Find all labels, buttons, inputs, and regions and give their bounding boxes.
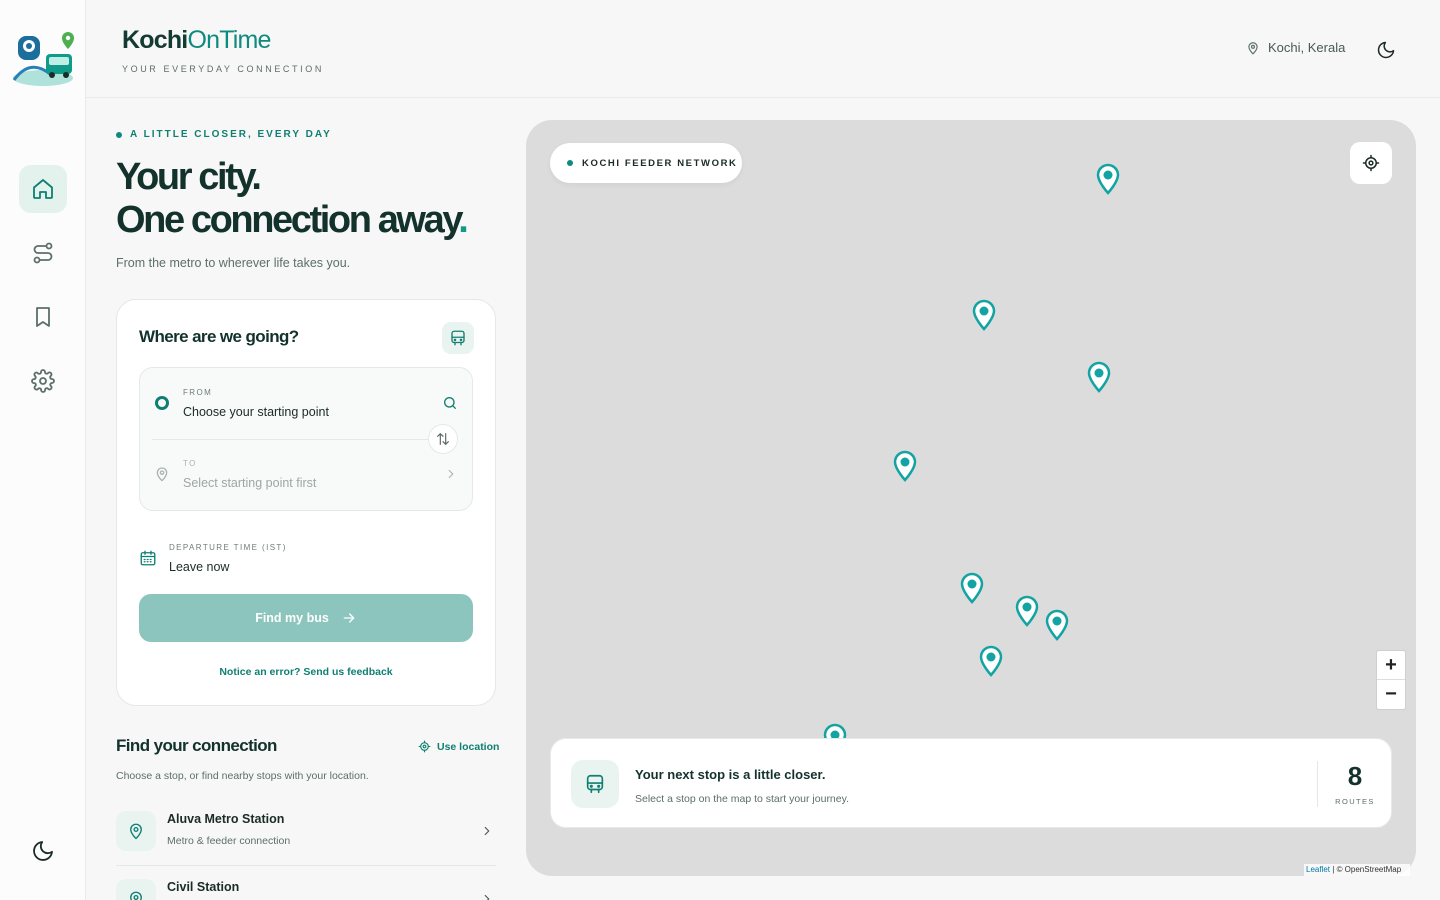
nav-saved[interactable]: [19, 293, 67, 341]
bus-icon: [451, 330, 465, 346]
app-logo[interactable]: [10, 28, 76, 90]
top-header: KochiOnTime YOUR EVERYDAY CONNECTION Koc…: [86, 0, 1440, 98]
brand-tagline: YOUR EVERYDAY CONNECTION: [122, 64, 324, 74]
stop-pin-badge: [116, 879, 156, 900]
location-text: Kochi, Kerala: [1268, 40, 1346, 55]
stop-item[interactable]: Civil Station: [116, 867, 496, 900]
stop-marker-pin[interactable]: [971, 299, 997, 331]
next-stop-card: Your next stop is a little closer. Selec…: [550, 738, 1392, 828]
planner-title: Where are we going?: [139, 327, 299, 346]
from-input[interactable]: Choose your starting point: [183, 405, 329, 419]
osm-attribution[interactable]: | © OpenStreetMap: [1332, 865, 1401, 874]
to-label: TO: [183, 459, 197, 468]
stop-marker-pin[interactable]: [1095, 163, 1121, 195]
sidebar: [0, 0, 86, 900]
map-attribution: Leaflet | © OpenStreetMap: [1304, 864, 1410, 876]
zoom-control: + −: [1376, 650, 1406, 710]
nav-routes[interactable]: [19, 229, 67, 277]
stop-name: Civil Station: [167, 880, 240, 894]
destination-pin-icon: [156, 467, 168, 482]
gear-icon: [31, 369, 55, 393]
swap-icon: [437, 433, 449, 445]
bus-icon: [586, 774, 604, 794]
leaflet-link[interactable]: Leaflet: [1306, 865, 1330, 874]
nav-home[interactable]: [19, 165, 67, 213]
nav-settings[interactable]: [19, 357, 67, 405]
routes-label: ROUTES: [1335, 797, 1375, 806]
calendar-icon: [140, 550, 156, 566]
moon-icon: [1377, 41, 1395, 59]
stop-name: Aluva Metro Station: [167, 812, 285, 826]
zoom-in-button[interactable]: +: [1377, 651, 1405, 680]
route-icon: [33, 242, 53, 264]
search-icon[interactable]: [442, 395, 458, 411]
hero-subtitle: From the metro to wherever life takes yo…: [116, 256, 351, 270]
moon-icon: [33, 841, 53, 861]
crosshair-icon: [418, 740, 431, 753]
departure-time-selector[interactable]: Leave now: [169, 560, 229, 574]
next-stop-subtitle: Select a stop on the map to start your j…: [635, 793, 850, 805]
map-view[interactable]: KOCHI FEEDER NETWORK + − Your next stop …: [526, 120, 1416, 876]
connections-title: Find your connection: [116, 736, 277, 755]
routes-count: 8: [1347, 761, 1363, 791]
route-divider: [152, 439, 442, 440]
from-label: FROM: [183, 388, 213, 397]
network-dot: [567, 160, 573, 166]
origin-marker-icon: [155, 396, 169, 410]
trip-planner-card: Where are we going? FROM Choose your sta…: [116, 299, 496, 706]
locate-me-button[interactable]: [1350, 142, 1392, 184]
arrow-right-icon: [343, 613, 355, 623]
departure-label: DEPARTURE TIME (IST): [169, 543, 287, 552]
swap-button[interactable]: [428, 424, 458, 454]
next-stop-title: Your next stop is a little closer.: [635, 767, 826, 782]
stop-marker-pin[interactable]: [1044, 609, 1070, 641]
zoom-out-button[interactable]: −: [1377, 680, 1405, 709]
chevron-right-icon: [448, 469, 454, 479]
hero-title: Your city. One connection away.: [116, 156, 469, 241]
planner-badge: [442, 322, 474, 354]
bookmark-icon: [36, 307, 50, 327]
map-pin-icon: [1248, 41, 1258, 54]
stop-marker-pin[interactable]: [1086, 361, 1112, 393]
next-stop-badge: [571, 760, 619, 808]
map-pin-icon: [130, 891, 142, 900]
sidebar-theme-toggle[interactable]: [31, 839, 55, 863]
stop-pin-badge: [116, 811, 156, 851]
to-input[interactable]: Select starting point first: [183, 476, 316, 490]
route-inputs: FROM Choose your starting point TO Selec…: [139, 367, 473, 511]
kicker-dot: [116, 131, 122, 138]
feedback-link[interactable]: Notice an error? Send us feedback: [117, 666, 495, 678]
stop-divider: [116, 865, 496, 866]
crosshair-icon: [1362, 154, 1380, 172]
home-icon: [33, 179, 53, 199]
stop-item[interactable]: Aluva Metro Station Metro & feeder conne…: [116, 799, 496, 865]
stop-marker-pin[interactable]: [892, 450, 918, 482]
find-bus-button[interactable]: Find my bus: [139, 594, 473, 642]
map-pin-icon: [130, 823, 142, 840]
chevron-right-icon: [484, 826, 490, 836]
chevron-right-icon: [484, 894, 490, 900]
location-indicator[interactable]: Kochi, Kerala: [1246, 40, 1345, 55]
use-location-button[interactable]: Use location: [418, 740, 499, 753]
header-theme-toggle[interactable]: [1374, 38, 1398, 62]
brand-name[interactable]: KochiOnTime: [122, 26, 271, 55]
stop-marker-pin[interactable]: [1014, 595, 1040, 627]
connections-subtitle: Choose a stop, or find nearby stops with…: [116, 770, 369, 782]
stop-description: Metro & feeder connection: [167, 835, 291, 847]
stop-marker-pin[interactable]: [978, 645, 1004, 677]
network-label-pill: KOCHI FEEDER NETWORK: [550, 143, 742, 183]
hero-kicker: A LITTLE CLOSER, EVERY DAY: [116, 129, 332, 140]
stop-marker-pin[interactable]: [959, 572, 985, 604]
